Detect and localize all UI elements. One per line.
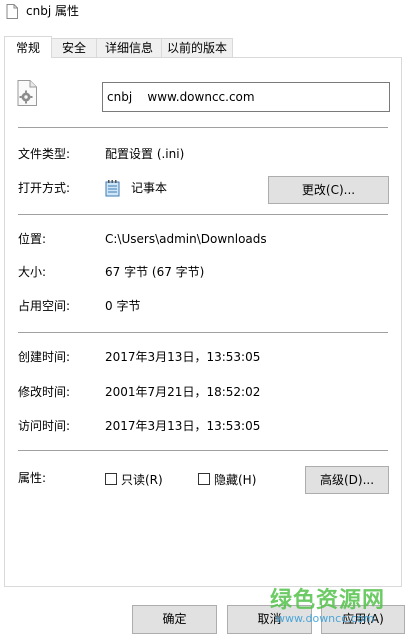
- title-bar: cnbj 属性: [0, 0, 408, 30]
- hidden-checkbox[interactable]: [198, 473, 210, 485]
- ini-settings-file-icon: [17, 80, 37, 106]
- accessed-label: 访问时间:: [18, 419, 71, 433]
- modified-label: 修改时间:: [18, 385, 71, 399]
- tab-previous-versions[interactable]: 以前的版本: [161, 38, 233, 57]
- tab-security[interactable]: 安全: [51, 38, 97, 57]
- window-title: cnbj 属性: [26, 4, 79, 18]
- attributes-label: 属性:: [18, 471, 47, 485]
- size-on-disk-value: 0 字节: [105, 299, 141, 313]
- ok-button[interactable]: 确定: [132, 605, 217, 634]
- size-label: 大小:: [18, 265, 47, 279]
- accessed-value: 2017年3月13日，13:53:05: [105, 419, 261, 433]
- watermark-url: www.downcc.com: [276, 612, 375, 625]
- file-icon: [6, 4, 18, 19]
- location-label: 位置:: [18, 232, 47, 246]
- general-panel: [4, 57, 402, 587]
- notepad-icon: [105, 180, 120, 197]
- change-button[interactable]: 更改(C)...: [268, 176, 389, 204]
- created-label: 创建时间:: [18, 350, 71, 364]
- tab-general[interactable]: 常规: [4, 36, 52, 58]
- hidden-label[interactable]: 隐藏(H): [214, 472, 256, 488]
- tab-details[interactable]: 详细信息: [96, 38, 162, 57]
- location-value: C:\Users\admin\Downloads: [105, 232, 267, 246]
- separator: [18, 332, 388, 333]
- modified-value: 2001年7月21日，18:52:02: [105, 385, 261, 399]
- size-value: 67 字节 (67 字节): [105, 265, 205, 279]
- readonly-checkbox[interactable]: [105, 473, 117, 485]
- opens-with-value: 记事本: [131, 181, 168, 195]
- file-name-input[interactable]: cnbj www.downcc.com: [102, 82, 390, 112]
- size-on-disk-label: 占用空间:: [18, 299, 71, 313]
- separator: [18, 450, 388, 451]
- advanced-button[interactable]: 高级(D)...: [305, 466, 389, 494]
- file-type-value: 配置设置 (.ini): [105, 147, 185, 161]
- readonly-label[interactable]: 只读(R): [121, 472, 163, 488]
- separator: [18, 127, 388, 128]
- opens-with-label: 打开方式:: [18, 181, 71, 195]
- separator: [18, 214, 388, 215]
- created-value: 2017年3月13日，13:53:05: [105, 350, 261, 364]
- file-type-label: 文件类型:: [18, 147, 71, 161]
- watermark-text: 绿色资源网: [270, 588, 386, 613]
